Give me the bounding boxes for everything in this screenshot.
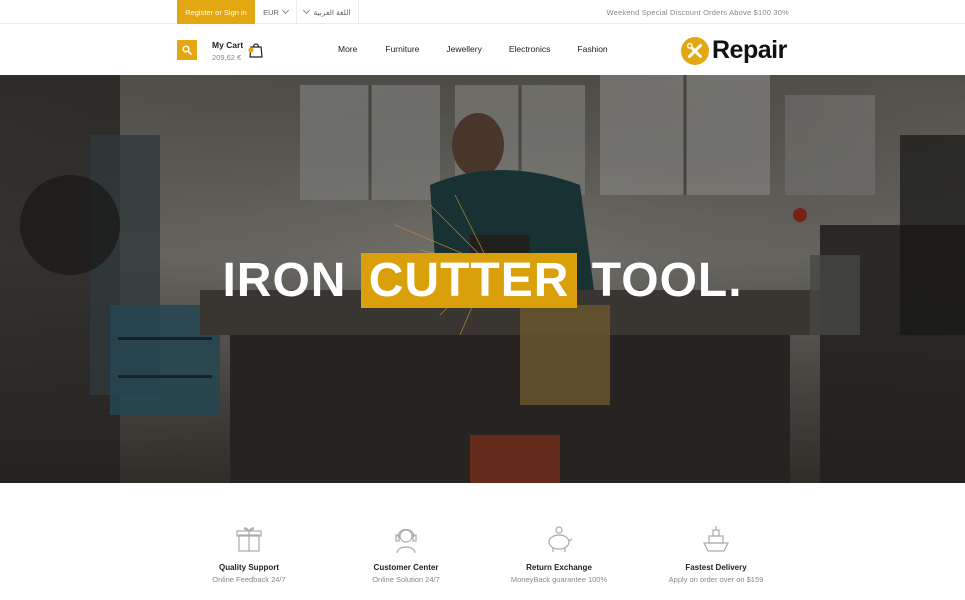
piggy-bank-icon <box>548 526 573 552</box>
feature-subtitle: Online Solution 24/7 <box>372 575 440 584</box>
nav-item-jewellery[interactable]: Jewellery <box>446 44 481 54</box>
features-section: Quality Support Online Feedback 24/7 Cus… <box>0 483 965 600</box>
currency-selector[interactable]: EUR <box>255 0 297 24</box>
feature-customer-center: Customer Center Online Solution 24/7 <box>331 523 481 584</box>
logo-text: Repair <box>712 36 787 64</box>
cart-total: 209,62 € <box>212 53 242 62</box>
feature-title: Customer Center <box>373 563 439 572</box>
hero-title-part2: TOOL. <box>591 254 743 307</box>
language-value: اللغة العربية <box>313 7 351 17</box>
feature-subtitle: Apply on order over on $159 <box>668 575 764 584</box>
feature-quality-support: Quality Support Online Feedback 24/7 <box>174 523 324 584</box>
nav-item-furniture[interactable]: Furniture <box>385 44 419 54</box>
language-selector[interactable]: اللغة العربية <box>297 0 359 24</box>
feature-return-exchange: Return Exchange MoneyBack guarantee 100% <box>484 523 634 584</box>
search-button[interactable] <box>177 40 197 60</box>
currency-value: EUR <box>263 7 279 17</box>
shopping-bag-icon[interactable] <box>247 41 265 58</box>
nav-item-electronics[interactable]: Electronics <box>509 44 551 54</box>
nav-item-more[interactable]: More <box>338 44 357 54</box>
header: My Cart 209,62 € More Furniture Jeweller… <box>0 24 965 75</box>
chevron-down-icon <box>303 6 311 15</box>
cart-title: My Cart <box>212 40 244 50</box>
feature-title: Fastest Delivery <box>685 563 747 572</box>
feature-subtitle: MoneyBack guarantee 100% <box>510 575 608 584</box>
headset-icon <box>395 528 417 554</box>
feature-fastest-delivery: Fastest Delivery Apply on order over on … <box>641 523 791 584</box>
promo-text: Weekend Special Discount Orders Above $1… <box>606 7 789 17</box>
top-bar: Register or Sign in EUR اللغة العربية We… <box>0 0 965 24</box>
my-cart[interactable]: My Cart 209,62 € <box>212 40 243 62</box>
hero-title: IRON CUTTER TOOL. <box>0 253 965 308</box>
gift-icon <box>236 527 262 552</box>
hero-title-highlight: CUTTER <box>360 253 578 308</box>
logo[interactable]: Repair <box>681 36 787 65</box>
ship-icon <box>703 526 729 552</box>
chevron-down-icon <box>281 6 289 15</box>
register-sign-in-link[interactable]: Register or Sign in <box>177 0 255 24</box>
feature-title: Quality Support <box>219 563 279 572</box>
feature-title: Return Exchange <box>526 563 592 572</box>
wrench-screwdriver-icon <box>681 36 709 65</box>
hero-banner[interactable]: IRON CUTTER TOOL. <box>0 75 965 483</box>
nav-item-fashion[interactable]: Fashion <box>577 44 607 54</box>
feature-subtitle: Online Feedback 24/7 <box>212 575 286 584</box>
search-icon <box>182 45 192 55</box>
hero-title-part1: IRON <box>222 254 347 307</box>
main-nav: More Furniture Jewellery Electronics Fas… <box>338 44 635 54</box>
